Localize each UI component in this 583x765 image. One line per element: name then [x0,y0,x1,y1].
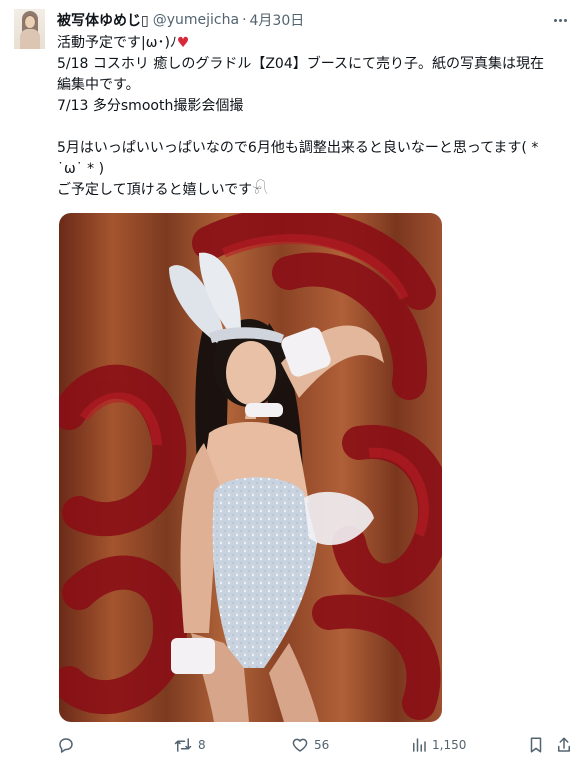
photo-illustration [59,213,442,722]
tweet-line: ˙ω˙ * ) [57,161,105,177]
tweet-line: 5月はいっぱいいっぱいなので6月他も調整出来ると良いなーと思ってます( * [57,140,539,156]
action-bar: 8 56 1,150 [0,730,583,760]
tweet-line: ご予定して頂けると嬉しいです𓍯 [57,182,269,198]
view-count: 1,150 [432,738,467,752]
avatar[interactable] [14,9,45,49]
bookmark-icon [528,736,544,754]
tweet-line: 編集中です。 [57,77,140,93]
tweet-date[interactable]: 4月30日 [250,10,305,30]
more-icon[interactable] [548,10,572,30]
analytics-icon [411,736,427,754]
retweet-count: 8 [198,738,206,752]
heart-emoji: ♥ [176,35,190,51]
like-button[interactable]: 56 [291,734,329,756]
tweet-line: 活動予定です|ω･)ﾉ♥ [57,35,190,51]
reply-button[interactable] [57,734,80,756]
author-name[interactable]: 被写体ゆめじ▯ [57,10,149,30]
tweet-line: 7/13 多分smooth撮影会個撮 [57,98,244,114]
share-button[interactable] [556,734,572,756]
tweet-header: 被写体ゆめじ▯ @yumejicha · 4月30日 [57,10,304,30]
share-icon [556,736,572,754]
heart-icon [291,736,309,754]
views-button[interactable]: 1,150 [411,734,466,756]
separator-dot: · [242,12,247,28]
like-count: 56 [314,738,330,752]
bookmark-button[interactable] [528,734,544,756]
author-handle[interactable]: @yumejicha [153,12,239,28]
reply-icon [57,736,75,754]
tweet-text: 活動予定です|ω･)ﾉ♥ 5/18 コスホリ 癒しのグラドル【Z04】ブースにて… [57,33,577,201]
retweet-icon [173,736,193,754]
tweet-line: 5/18 コスホリ 癒しのグラドル【Z04】ブースにて売り子。紙の写真集は現在 [57,56,545,72]
retweet-button[interactable]: 8 [173,734,206,756]
tweet-photo[interactable] [59,213,442,722]
